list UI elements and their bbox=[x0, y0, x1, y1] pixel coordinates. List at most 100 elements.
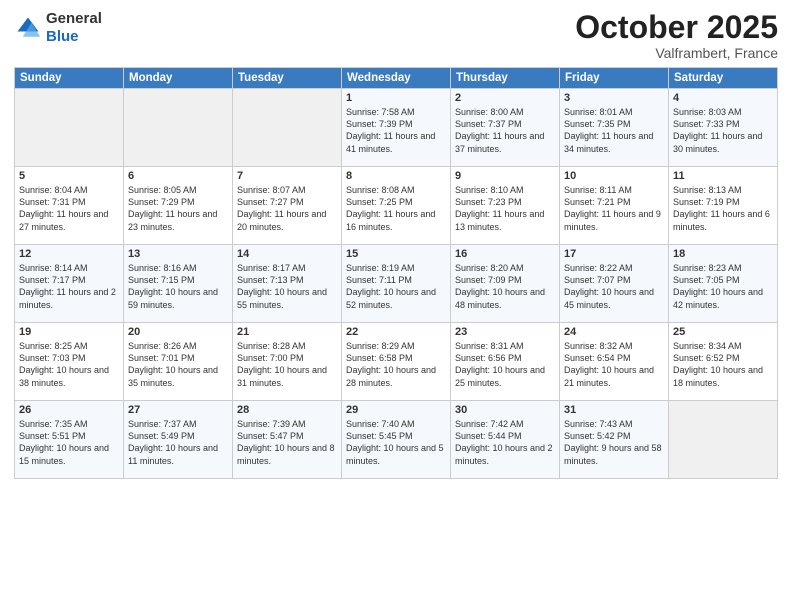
main-container: General Blue October 2025 Valframbert, F… bbox=[0, 0, 792, 612]
cell-details: Sunrise: 7:58 AMSunset: 7:39 PMDaylight:… bbox=[346, 107, 435, 153]
calendar-cell: 15 Sunrise: 8:19 AMSunset: 7:11 PMDayligh… bbox=[342, 245, 451, 323]
cell-details: Sunrise: 8:07 AMSunset: 7:27 PMDaylight:… bbox=[237, 185, 326, 231]
calendar-cell: 16 Sunrise: 8:20 AMSunset: 7:09 PMDayligh… bbox=[451, 245, 560, 323]
calendar-cell: 21 Sunrise: 8:28 AMSunset: 7:00 PMDayligh… bbox=[233, 323, 342, 401]
location: Valframbert, France bbox=[575, 45, 778, 61]
cell-details: Sunrise: 8:19 AMSunset: 7:11 PMDaylight:… bbox=[346, 263, 436, 309]
logo-blue: Blue bbox=[46, 28, 79, 45]
day-number: 19 bbox=[19, 326, 119, 338]
calendar-table: SundayMondayTuesdayWednesdayThursdayFrid… bbox=[14, 67, 778, 479]
day-number: 23 bbox=[455, 326, 555, 338]
day-number: 30 bbox=[455, 404, 555, 416]
day-number: 31 bbox=[564, 404, 664, 416]
logo-general: General bbox=[46, 10, 102, 27]
day-number: 12 bbox=[19, 248, 119, 260]
calendar-cell bbox=[15, 89, 124, 167]
day-number: 25 bbox=[673, 326, 773, 338]
weekday-header-sunday: Sunday bbox=[15, 68, 124, 89]
calendar-cell: 20Sunrise: 8:26 AMSunset: 7:01 PMDayligh… bbox=[124, 323, 233, 401]
week-row-3: 12Sunrise: 8:14 AMSunset: 7:17 PMDayligh… bbox=[15, 245, 778, 323]
week-row-1: 1Sunrise: 7:58 AMSunset: 7:39 PMDaylight… bbox=[15, 89, 778, 167]
day-number: 15 bbox=[346, 248, 446, 260]
calendar-cell: 29 Sunrise: 7:40 AMSunset: 5:45 PMDayligh… bbox=[342, 401, 451, 479]
cell-details: Sunrise: 8:01 AMSunset: 7:35 PMDaylight:… bbox=[564, 107, 653, 153]
cell-details: Sunrise: 8:00 AMSunset: 7:37 PMDaylight:… bbox=[455, 107, 544, 153]
calendar-cell: 1Sunrise: 7:58 AMSunset: 7:39 PMDaylight… bbox=[342, 89, 451, 167]
cell-details: Sunrise: 8:23 AMSunset: 7:05 PMDaylight:… bbox=[673, 263, 763, 309]
day-number: 5 bbox=[19, 170, 119, 182]
cell-details: Sunrise: 8:34 AMSunset: 6:52 PMDaylight:… bbox=[673, 341, 763, 387]
cell-details: Sunrise: 7:42 AMSunset: 5:44 PMDaylight:… bbox=[455, 419, 553, 465]
calendar-cell: 24 Sunrise: 8:32 AMSunset: 6:54 PMDayligh… bbox=[560, 323, 669, 401]
calendar-cell: 18 Sunrise: 8:23 AMSunset: 7:05 PMDayligh… bbox=[669, 245, 778, 323]
cell-details: Sunrise: 8:22 AMSunset: 7:07 PMDaylight:… bbox=[564, 263, 654, 309]
day-number: 6 bbox=[128, 170, 228, 182]
calendar-cell: 4Sunrise: 8:03 AMSunset: 7:33 PMDaylight… bbox=[669, 89, 778, 167]
month-title: October 2025 bbox=[575, 10, 778, 45]
cell-details: Sunrise: 7:39 AMSunset: 5:47 PMDaylight:… bbox=[237, 419, 335, 465]
cell-details: Sunrise: 8:10 AMSunset: 7:23 PMDaylight:… bbox=[455, 185, 544, 231]
cell-details: Sunrise: 8:20 AMSunset: 7:09 PMDaylight:… bbox=[455, 263, 545, 309]
day-number: 16 bbox=[455, 248, 555, 260]
calendar-cell: 5 Sunrise: 8:04 AMSunset: 7:31 PMDaylight… bbox=[15, 167, 124, 245]
calendar-cell: 9Sunrise: 8:10 AMSunset: 7:23 PMDaylight… bbox=[451, 167, 560, 245]
calendar-cell: 25 Sunrise: 8:34 AMSunset: 6:52 PMDayligh… bbox=[669, 323, 778, 401]
day-number: 14 bbox=[237, 248, 337, 260]
calendar-cell: 31 Sunrise: 7:43 AMSunset: 5:42 PMDayligh… bbox=[560, 401, 669, 479]
weekday-header-thursday: Thursday bbox=[451, 68, 560, 89]
day-number: 2 bbox=[455, 92, 555, 104]
calendar-cell: 22 Sunrise: 8:29 AMSunset: 6:58 PMDayligh… bbox=[342, 323, 451, 401]
weekday-header-wednesday: Wednesday bbox=[342, 68, 451, 89]
calendar-cell: 3 Sunrise: 8:01 AMSunset: 7:35 PMDaylight… bbox=[560, 89, 669, 167]
day-number: 26 bbox=[19, 404, 119, 416]
cell-details: Sunrise: 8:26 AMSunset: 7:01 PMDaylight:… bbox=[128, 341, 218, 387]
calendar-cell bbox=[233, 89, 342, 167]
cell-details: Sunrise: 8:03 AMSunset: 7:33 PMDaylight:… bbox=[673, 107, 762, 153]
calendar-cell: 23Sunrise: 8:31 AMSunset: 6:56 PMDayligh… bbox=[451, 323, 560, 401]
calendar-cell: 14 Sunrise: 8:17 AMSunset: 7:13 PMDayligh… bbox=[233, 245, 342, 323]
cell-details: Sunrise: 8:04 AMSunset: 7:31 PMDaylight:… bbox=[19, 185, 108, 231]
cell-details: Sunrise: 8:08 AMSunset: 7:25 PMDaylight:… bbox=[346, 185, 435, 231]
calendar-cell: 13Sunrise: 8:16 AMSunset: 7:15 PMDayligh… bbox=[124, 245, 233, 323]
calendar-cell: 30 Sunrise: 7:42 AMSunset: 5:44 PMDayligh… bbox=[451, 401, 560, 479]
week-row-2: 5 Sunrise: 8:04 AMSunset: 7:31 PMDaylight… bbox=[15, 167, 778, 245]
day-number: 13 bbox=[128, 248, 228, 260]
calendar-cell bbox=[124, 89, 233, 167]
cell-details: Sunrise: 7:43 AMSunset: 5:42 PMDaylight:… bbox=[564, 419, 662, 465]
weekday-header-tuesday: Tuesday bbox=[233, 68, 342, 89]
day-number: 29 bbox=[346, 404, 446, 416]
cell-details: Sunrise: 8:13 AMSunset: 7:19 PMDaylight:… bbox=[673, 185, 770, 231]
calendar-cell: 7 Sunrise: 8:07 AMSunset: 7:27 PMDaylight… bbox=[233, 167, 342, 245]
cell-details: Sunrise: 8:17 AMSunset: 7:13 PMDaylight:… bbox=[237, 263, 327, 309]
calendar-cell: 27Sunrise: 7:37 AMSunset: 5:49 PMDayligh… bbox=[124, 401, 233, 479]
cell-details: Sunrise: 8:05 AMSunset: 7:29 PMDaylight:… bbox=[128, 185, 217, 231]
day-number: 7 bbox=[237, 170, 337, 182]
weekday-header-monday: Monday bbox=[124, 68, 233, 89]
day-number: 17 bbox=[564, 248, 664, 260]
logo-text: General Blue bbox=[46, 10, 102, 46]
day-number: 27 bbox=[128, 404, 228, 416]
cell-details: Sunrise: 8:32 AMSunset: 6:54 PMDaylight:… bbox=[564, 341, 654, 387]
cell-details: Sunrise: 8:25 AMSunset: 7:03 PMDaylight:… bbox=[19, 341, 109, 387]
calendar-cell: 6 Sunrise: 8:05 AMSunset: 7:29 PMDaylight… bbox=[124, 167, 233, 245]
calendar-cell: 19 Sunrise: 8:25 AMSunset: 7:03 PMDayligh… bbox=[15, 323, 124, 401]
day-number: 18 bbox=[673, 248, 773, 260]
day-number: 24 bbox=[564, 326, 664, 338]
calendar-cell: 2 Sunrise: 8:00 AMSunset: 7:37 PMDaylight… bbox=[451, 89, 560, 167]
calendar-cell: 17 Sunrise: 8:22 AMSunset: 7:07 PMDayligh… bbox=[560, 245, 669, 323]
cell-details: Sunrise: 8:29 AMSunset: 6:58 PMDaylight:… bbox=[346, 341, 436, 387]
logo: General Blue bbox=[14, 10, 102, 46]
cell-details: Sunrise: 7:35 AMSunset: 5:51 PMDaylight:… bbox=[19, 419, 109, 465]
cell-details: Sunrise: 7:40 AMSunset: 5:45 PMDaylight:… bbox=[346, 419, 444, 465]
cell-details: Sunrise: 8:28 AMSunset: 7:00 PMDaylight:… bbox=[237, 341, 327, 387]
day-number: 10 bbox=[564, 170, 664, 182]
logo-icon bbox=[14, 14, 42, 42]
calendar-cell: 12Sunrise: 8:14 AMSunset: 7:17 PMDayligh… bbox=[15, 245, 124, 323]
day-number: 22 bbox=[346, 326, 446, 338]
day-number: 28 bbox=[237, 404, 337, 416]
weekday-header-row: SundayMondayTuesdayWednesdayThursdayFrid… bbox=[15, 68, 778, 89]
day-number: 3 bbox=[564, 92, 664, 104]
calendar-cell: 8Sunrise: 8:08 AMSunset: 7:25 PMDaylight… bbox=[342, 167, 451, 245]
week-row-4: 19 Sunrise: 8:25 AMSunset: 7:03 PMDayligh… bbox=[15, 323, 778, 401]
day-number: 21 bbox=[237, 326, 337, 338]
